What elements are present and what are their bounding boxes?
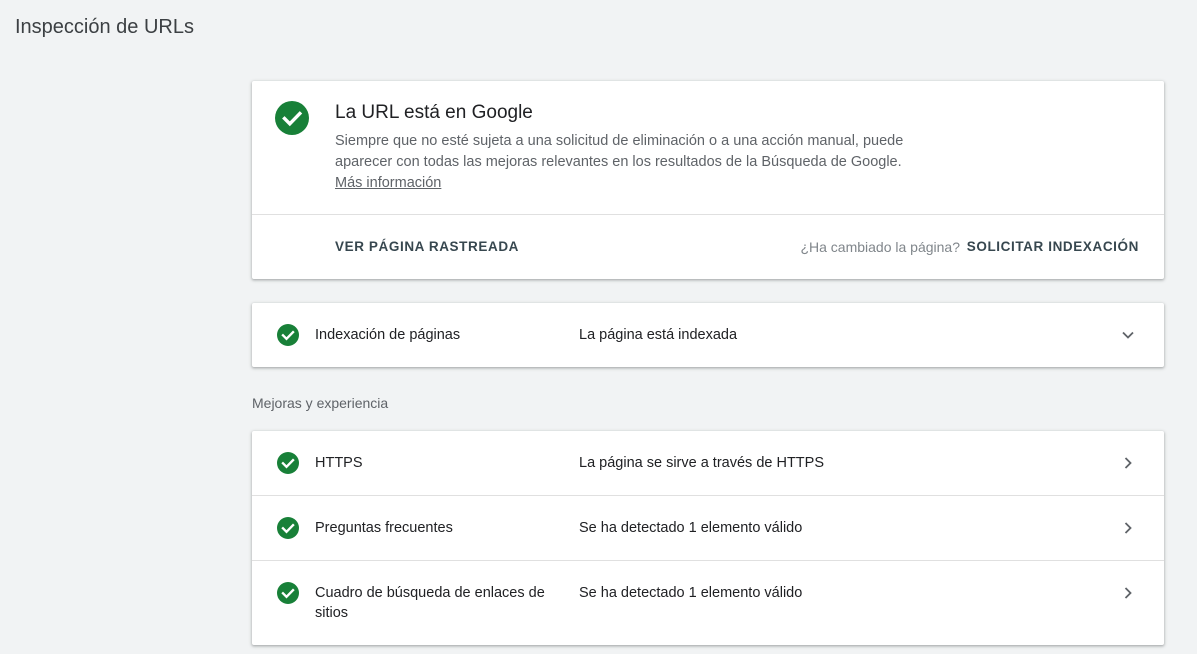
enhancement-value: Se ha detectado 1 elemento válido (579, 520, 803, 536)
page-indexing-value: La página está indexada (579, 327, 738, 343)
enhancements-card: HTTPS La página se sirve a través de HTT… (252, 431, 1164, 645)
chevron-right-icon[interactable] (1120, 455, 1136, 471)
more-info-link[interactable]: Más información (335, 175, 441, 191)
check-circle-icon (277, 582, 299, 604)
url-status-card: La URL está en Google Siempre que no est… (252, 81, 1164, 279)
enhancement-row-faq[interactable]: Preguntas frecuentes Se ha detectado 1 e… (252, 495, 1164, 560)
page-indexing-row[interactable]: Indexación de páginas La página está ind… (252, 303, 1164, 367)
chevron-right-icon[interactable] (1120, 585, 1136, 601)
url-status-actions: VER PÁGINA RASTREADA ¿Ha cambiado la pág… (252, 215, 1164, 279)
enhancement-value: La página se sirve a través de HTTPS (579, 455, 825, 471)
view-crawled-page-button[interactable]: VER PÁGINA RASTREADA (335, 238, 519, 256)
check-circle-icon (277, 324, 299, 346)
url-status-heading: La URL está en Google (335, 102, 533, 123)
enhancement-label: HTTPS (315, 455, 363, 471)
description-text: Siempre que no esté sujeta a una solicit… (335, 133, 904, 170)
enhancement-row-https[interactable]: HTTPS La página se sirve a través de HTT… (252, 431, 1164, 495)
enhancement-label: Cuadro de búsqueda de enlaces de sitios (315, 585, 545, 621)
enhancement-value: Se ha detectado 1 elemento válido (579, 585, 803, 601)
chevron-down-icon[interactable] (1120, 327, 1136, 343)
request-indexing-button[interactable]: SOLICITAR INDEXACIÓN (967, 238, 1139, 256)
page-changed-question: ¿Ha cambiado la página? (800, 239, 960, 255)
url-status-summary: La URL está en Google Siempre que no est… (252, 81, 1164, 215)
page-title: Inspección de URLs (15, 16, 194, 38)
check-circle-icon (277, 452, 299, 474)
chevron-right-icon[interactable] (1120, 520, 1136, 536)
check-circle-icon (275, 101, 309, 135)
enhancement-row-sitelinks-searchbox[interactable]: Cuadro de búsqueda de enlaces de sitios … (252, 560, 1164, 645)
check-circle-icon (277, 517, 299, 539)
page-indexing-label: Indexación de páginas (315, 327, 461, 343)
page-indexing-card: Indexación de páginas La página está ind… (252, 303, 1164, 367)
enhancements-section-title: Mejoras y experiencia (252, 395, 389, 411)
enhancement-label: Preguntas frecuentes (315, 520, 453, 536)
url-status-description: Siempre que no esté sujeta a una solicit… (335, 131, 925, 194)
